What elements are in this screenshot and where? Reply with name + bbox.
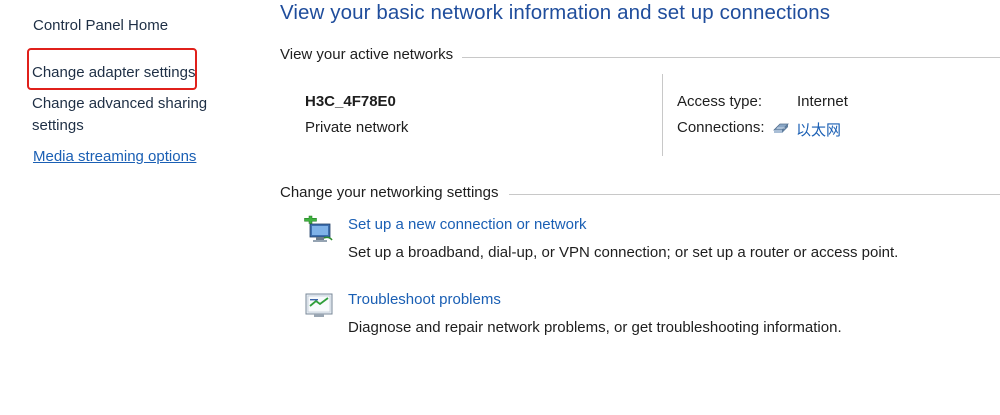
access-type-label: Access type: — [677, 93, 763, 110]
connections-label: Connections: — [677, 119, 765, 136]
network-type[interactable]: Private network — [305, 119, 408, 136]
connection-link[interactable]: 以太网 — [796, 119, 841, 140]
troubleshoot-icon[interactable] — [304, 291, 334, 321]
sidebar-media-streaming-options[interactable]: Media streaming options — [33, 146, 196, 168]
active-networks-heading: View your active networks — [280, 46, 454, 63]
access-type-value: Internet — [797, 93, 848, 110]
page-title: View your basic network information and … — [280, 1, 831, 24]
settings-heading: Change your networking settings — [280, 184, 499, 201]
sidebar-change-adapter-settings[interactable]: Change adapter settings — [32, 62, 195, 84]
sidebar-control-panel-home[interactable]: Control Panel Home — [33, 15, 168, 37]
new-connection-icon[interactable] — [304, 214, 334, 244]
network-vertical-divider — [662, 74, 663, 156]
sidebar-change-advanced-sharing-line1[interactable]: Change advanced sharing — [32, 93, 207, 115]
section-divider — [509, 194, 1000, 195]
section-divider — [462, 57, 1000, 58]
task-troubleshoot-desc: Diagnose and repair network problems, or… — [348, 319, 842, 336]
network-name: H3C_4F78E0 — [305, 93, 396, 110]
task-troubleshoot-link[interactable]: Troubleshoot problems — [348, 291, 501, 308]
ethernet-icon[interactable] — [772, 120, 792, 136]
sidebar-change-advanced-sharing-line2[interactable]: settings — [32, 115, 84, 137]
task-set-up-connection-desc: Set up a broadband, dial-up, or VPN conn… — [348, 244, 899, 261]
task-set-up-connection-link[interactable]: Set up a new connection or network — [348, 216, 586, 233]
